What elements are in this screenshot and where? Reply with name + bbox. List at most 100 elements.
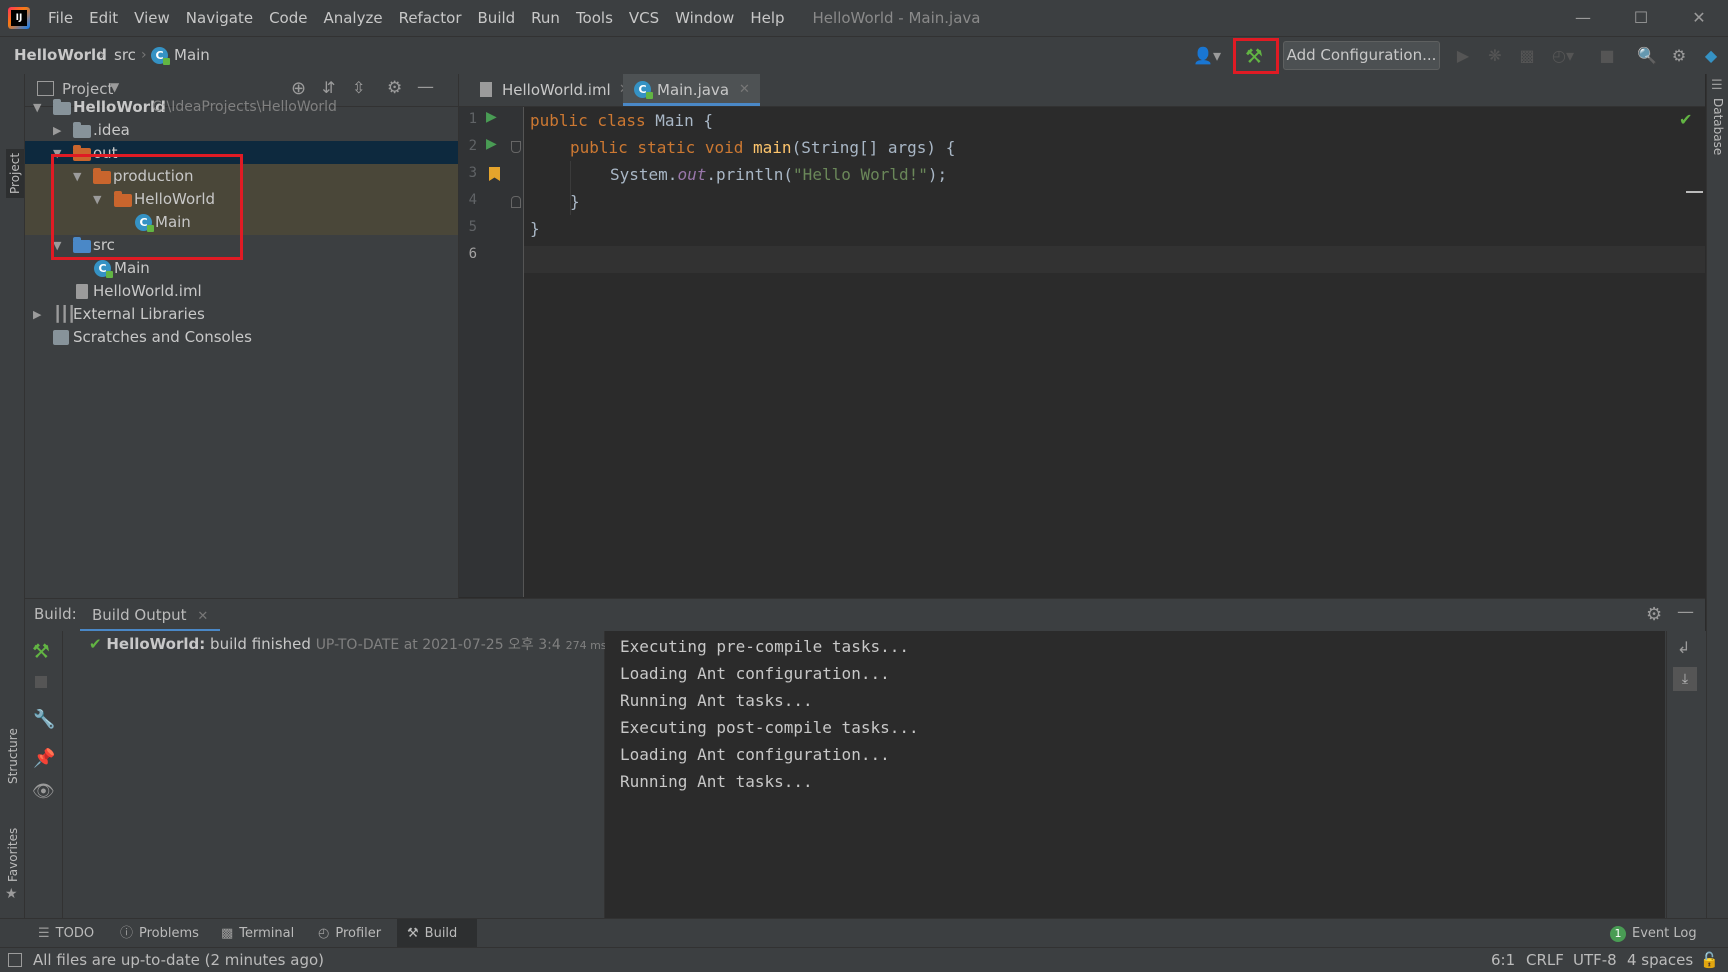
wrench-icon[interactable]: 🔧: [33, 709, 55, 730]
tree-item-scratches[interactable]: Scratches and Consoles: [25, 325, 458, 350]
close-icon[interactable]: ✕: [739, 74, 750, 106]
indent-setting[interactable]: 4 spaces: [1627, 948, 1693, 972]
tree-item-iml-file[interactable]: HelloWorld.iml: [25, 279, 458, 304]
code-with-me-icon[interactable]: ◆: [1697, 42, 1725, 70]
stop-icon[interactable]: ■: [1593, 42, 1621, 70]
code-line-3: System.out.println("Hello World!");: [610, 165, 948, 184]
tab-helloworld-iml[interactable]: HelloWorld.iml ✕: [468, 74, 631, 106]
class-icon: C: [634, 81, 653, 99]
menu-edit[interactable]: Edit: [81, 9, 126, 27]
file-encoding[interactable]: UTF-8: [1573, 948, 1617, 972]
menu-window[interactable]: Window: [667, 9, 742, 27]
tab-label: Problems: [139, 926, 199, 941]
structure-tool-tab[interactable]: Structure: [6, 728, 20, 784]
project-tool-tab[interactable]: Project: [6, 148, 24, 198]
chevron-right-icon[interactable]: ▶: [33, 302, 41, 327]
close-icon[interactable]: ✕: [197, 609, 208, 624]
breadcrumb-project[interactable]: HelloWorld: [14, 37, 107, 74]
search-icon[interactable]: 🔍: [1633, 42, 1661, 70]
tab-label: Build Output: [92, 606, 187, 624]
tool-window-bar: ☰ TODO ⓘ Problems ▩ Terminal ◴ Profiler ⚒ Bui…: [0, 918, 1728, 948]
breadcrumb-main[interactable]: Main: [174, 37, 210, 74]
iml-file-icon: [76, 284, 88, 299]
star-icon: ★: [5, 886, 18, 902]
library-icon: ┃┃┃: [53, 305, 76, 323]
bookmark-icon[interactable]: [489, 167, 500, 181]
tab-problems[interactable]: ⓘ Problems: [120, 919, 200, 948]
tab-build-output[interactable]: Build Output ✕: [80, 599, 221, 632]
line-separator[interactable]: CRLF: [1526, 948, 1564, 972]
status-message[interactable]: All files are up-to-date (2 minutes ago): [33, 948, 324, 972]
tab-main-java[interactable]: C Main.java ✕: [623, 74, 760, 106]
tree-item-external-libraries[interactable]: ▶ ┃┃┃ External Libraries: [25, 302, 458, 327]
settings-gear-icon[interactable]: ⚙: [1646, 604, 1662, 625]
no-problems-check-icon[interactable]: ✔: [1679, 110, 1692, 129]
settings-gear-icon[interactable]: ⚙: [1665, 42, 1693, 70]
pin-icon[interactable]: 📌: [33, 748, 55, 769]
status-bar: All files are up-to-date (2 minutes ago)…: [0, 947, 1728, 972]
close-window-icon[interactable]: ✕: [1670, 0, 1728, 36]
project-view-icon: [37, 81, 54, 96]
menu-navigate[interactable]: Navigate: [178, 9, 261, 27]
menu-refactor[interactable]: Refactor: [391, 9, 470, 27]
tab-terminal[interactable]: ▩ Terminal: [221, 919, 296, 948]
lock-icon[interactable]: 🔓: [1700, 948, 1719, 972]
chevron-down-icon[interactable]: ▼: [110, 80, 119, 94]
debug-icon[interactable]: ❋: [1481, 42, 1509, 70]
module-folder-icon: [53, 99, 71, 115]
profile-icon[interactable]: ◴▾: [1545, 42, 1581, 70]
tab-label: TODO: [55, 926, 95, 941]
tab-todo[interactable]: ☰ TODO: [38, 919, 98, 948]
menu-file[interactable]: File: [40, 9, 81, 27]
tree-item-label: External Libraries: [73, 305, 205, 323]
tree-item-idea[interactable]: ▶ .idea: [25, 118, 458, 143]
menu-code[interactable]: Code: [261, 9, 315, 27]
caret-position[interactable]: 6:1: [1491, 948, 1515, 972]
iml-file-icon: [480, 82, 492, 97]
user-dropdown-icon[interactable]: 👤▾: [1190, 42, 1224, 70]
right-tool-strip: ☰ Database: [1706, 74, 1728, 918]
tree-item-project-root[interactable]: ▼ HelloWorld C:\IdeaProjects\HelloWorld: [25, 95, 458, 120]
code-line-4: }: [570, 192, 580, 211]
build-toolbar: ⚒ 🔧 📌 👁: [25, 631, 63, 919]
soft-wrap-icon[interactable]: ↲: [1677, 638, 1690, 657]
build-console[interactable]: Executing pre-compile tasks... Loading A…: [605, 631, 1665, 919]
favorites-tool-tab[interactable]: Favorites: [6, 828, 20, 882]
menu-tools[interactable]: Tools: [568, 9, 621, 27]
editor-tabs: HelloWorld.iml ✕ C Main.java ✕: [459, 74, 1705, 107]
fold-icon[interactable]: [511, 141, 521, 153]
build-duration: 274 ms: [565, 639, 607, 652]
minimize-icon[interactable]: —: [1554, 0, 1612, 36]
layout-toggle-icon[interactable]: [8, 953, 22, 967]
chevron-down-icon[interactable]: ▼: [33, 95, 41, 120]
chevron-right-icon[interactable]: ▶: [53, 118, 61, 143]
menu-analyze[interactable]: Analyze: [315, 9, 390, 27]
scroll-to-end-icon[interactable]: ⤓: [1673, 667, 1697, 691]
tab-event-log[interactable]: 1 Event Log: [1610, 919, 1710, 948]
run-class-icon[interactable]: ▶: [486, 109, 497, 125]
maximize-icon[interactable]: ☐: [1612, 0, 1670, 36]
menu-vcs[interactable]: VCS: [621, 9, 667, 27]
eye-icon[interactable]: 👁: [32, 781, 55, 802]
rebuild-hammer-icon[interactable]: ⚒: [32, 639, 50, 663]
hide-panel-icon[interactable]: —: [1677, 602, 1694, 622]
fold-icon[interactable]: [511, 196, 521, 208]
code-editor[interactable]: public class Main { public static void m…: [524, 107, 1705, 597]
breadcrumb-src[interactable]: src: [114, 37, 136, 74]
menu-view[interactable]: View: [126, 9, 178, 27]
menu-help[interactable]: Help: [742, 9, 792, 27]
menu-build[interactable]: Build: [470, 9, 524, 27]
list-icon: ☰: [38, 926, 50, 941]
tab-build[interactable]: ⚒ Build: [397, 919, 477, 948]
coverage-icon[interactable]: ▩: [1513, 42, 1541, 70]
stop-icon[interactable]: [35, 676, 47, 688]
database-tool-tab[interactable]: Database: [1711, 98, 1725, 155]
build-result-row[interactable]: ✔ HelloWorld: build finished UP-TO-DATE …: [89, 631, 607, 658]
menu-run[interactable]: Run: [523, 9, 568, 27]
run-method-icon[interactable]: ▶: [486, 136, 497, 152]
run-icon[interactable]: ▶: [1449, 42, 1477, 70]
tab-profiler[interactable]: ◴ Profiler: [318, 919, 388, 948]
hide-panel-icon[interactable]: —: [417, 77, 434, 97]
build-button-highlight: [1233, 38, 1279, 74]
add-configuration-button[interactable]: Add Configuration...: [1283, 41, 1440, 70]
